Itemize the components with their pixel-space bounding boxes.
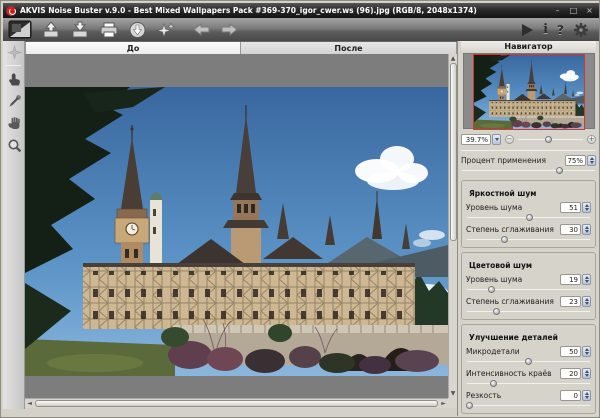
- zoom-value-field[interactable]: 39.7%: [461, 133, 491, 145]
- noise-level-slider[interactable]: [466, 213, 591, 223]
- zoom-controls: 39.7% − +: [461, 131, 596, 147]
- value-spinner[interactable]: [582, 201, 591, 213]
- open-icon[interactable]: [41, 20, 61, 40]
- noise-level-slider[interactable]: [466, 285, 591, 295]
- slider-label: Степень сглаживания: [466, 224, 554, 234]
- slider-label: Интенсивность краёв: [466, 368, 552, 378]
- preferences-gear-icon[interactable]: [573, 20, 589, 40]
- smoothing-slider[interactable]: [466, 235, 591, 245]
- toolbar: i ?: [3, 18, 599, 41]
- last-state-finger-tool[interactable]: [3, 68, 25, 90]
- title-bar[interactable]: AKVIS Noise Buster v.9.0 - Best Mixed Wa…: [3, 3, 599, 18]
- zoom-out-button[interactable]: −: [505, 134, 514, 144]
- value-spinner[interactable]: [582, 345, 591, 357]
- microdetails-slider[interactable]: [466, 357, 591, 367]
- slider-value[interactable]: 19: [560, 273, 581, 285]
- group-title: Яркостной шум: [467, 189, 539, 198]
- slider-value[interactable]: 50: [560, 345, 581, 357]
- close-button[interactable]: ×: [583, 6, 596, 16]
- panel-divider: [461, 150, 596, 151]
- minimize-button[interactable]: –: [551, 6, 564, 16]
- apply-percent-spinner[interactable]: [587, 154, 596, 166]
- zoom-in-button[interactable]: +: [587, 134, 596, 144]
- zoom-slider[interactable]: [517, 135, 584, 144]
- zoom-slider-thumb[interactable]: [544, 135, 552, 143]
- scroll-down-icon[interactable]: ▼: [449, 389, 457, 398]
- undo-icon[interactable]: [192, 20, 211, 40]
- group-title: Цветовой шум: [467, 261, 535, 270]
- settings-panel: Навигатор 39.7% − + Процент применения 7…: [457, 41, 599, 416]
- edge-intensity-slider[interactable]: [466, 379, 591, 389]
- batch-processing-icon[interactable]: [156, 20, 176, 40]
- workspace-toggle-icon[interactable]: [8, 20, 32, 40]
- preview-area-tool[interactable]: [3, 41, 25, 63]
- run-icon[interactable]: [521, 20, 534, 40]
- horizontal-scrollbar[interactable]: ◄ ►: [25, 398, 448, 408]
- vertical-scrollbar[interactable]: ▲ ▼: [448, 54, 457, 398]
- akvis-logo-icon: [6, 5, 16, 16]
- zoom-dropdown-button[interactable]: [492, 133, 501, 145]
- help-icon[interactable]: ?: [557, 20, 564, 40]
- scroll-left-icon[interactable]: ◄: [25, 399, 34, 408]
- group-color-noise: Цветовой шум Уровень шума 19 Степень сгл…: [461, 252, 596, 320]
- group-title: Улучшение деталей: [467, 333, 560, 342]
- sharpness-slider[interactable]: [466, 401, 591, 411]
- navigator-title: Навигатор: [461, 41, 596, 53]
- import-icon[interactable]: [128, 20, 147, 40]
- print-icon[interactable]: [99, 20, 119, 40]
- horizontal-scroll-thumb[interactable]: [35, 400, 438, 407]
- apply-percent-slider[interactable]: [461, 166, 596, 176]
- info-icon[interactable]: i: [543, 20, 548, 40]
- slider-value[interactable]: 20: [560, 367, 581, 379]
- slider-value[interactable]: 0: [560, 389, 581, 401]
- tools-divider: [6, 65, 21, 66]
- slider-label: Степень сглаживания: [466, 296, 554, 306]
- redo-icon[interactable]: [220, 20, 239, 40]
- value-spinner[interactable]: [582, 389, 591, 401]
- slider-value[interactable]: 51: [560, 201, 581, 213]
- save-icon[interactable]: [70, 20, 90, 40]
- slider-label: Уровень шума: [466, 274, 523, 284]
- value-spinner[interactable]: [582, 295, 591, 307]
- slider-label: Уровень шума: [466, 202, 523, 212]
- apply-percent-value[interactable]: 75%: [565, 154, 586, 166]
- slider-label: Резкость: [466, 390, 502, 400]
- group-luminance-noise: Яркостной шум Уровень шума 51 Степень сг…: [461, 180, 596, 248]
- smoothing-slider[interactable]: [466, 307, 591, 317]
- slider-label: Микродетали: [466, 346, 520, 356]
- scrollbar-corner: [448, 398, 457, 408]
- view-tabs: До После: [25, 41, 457, 55]
- scroll-right-icon[interactable]: ►: [439, 399, 448, 408]
- slider-value[interactable]: 30: [560, 223, 581, 235]
- tools-sidebar: [3, 41, 25, 409]
- zoom-tool[interactable]: [3, 134, 25, 156]
- eyedropper-tool[interactable]: [3, 90, 25, 112]
- hand-pan-tool[interactable]: [3, 112, 25, 134]
- value-spinner[interactable]: [582, 367, 591, 379]
- image-canvas[interactable]: [25, 54, 448, 398]
- group-detail-enhancement: Улучшение деталей Микродетали 50 Интенси…: [461, 324, 596, 414]
- scroll-up-icon[interactable]: ▲: [449, 54, 457, 63]
- window-title: AKVIS Noise Buster v.9.0 - Best Mixed Wa…: [20, 6, 477, 15]
- apply-percent-row: Процент применения 75%: [461, 154, 596, 166]
- navigator-view-frame[interactable]: [472, 54, 585, 130]
- photo-before: [25, 87, 448, 376]
- value-spinner[interactable]: [582, 273, 591, 285]
- slider-value[interactable]: 23: [560, 295, 581, 307]
- value-spinner[interactable]: [582, 223, 591, 235]
- app-window: AKVIS Noise Buster v.9.0 - Best Mixed Wa…: [0, 0, 600, 418]
- apply-percent-label: Процент применения: [461, 155, 546, 165]
- vertical-scroll-thumb[interactable]: [450, 63, 457, 241]
- navigator-thumbnail[interactable]: [462, 53, 595, 130]
- maximize-button[interactable]: □: [567, 6, 580, 16]
